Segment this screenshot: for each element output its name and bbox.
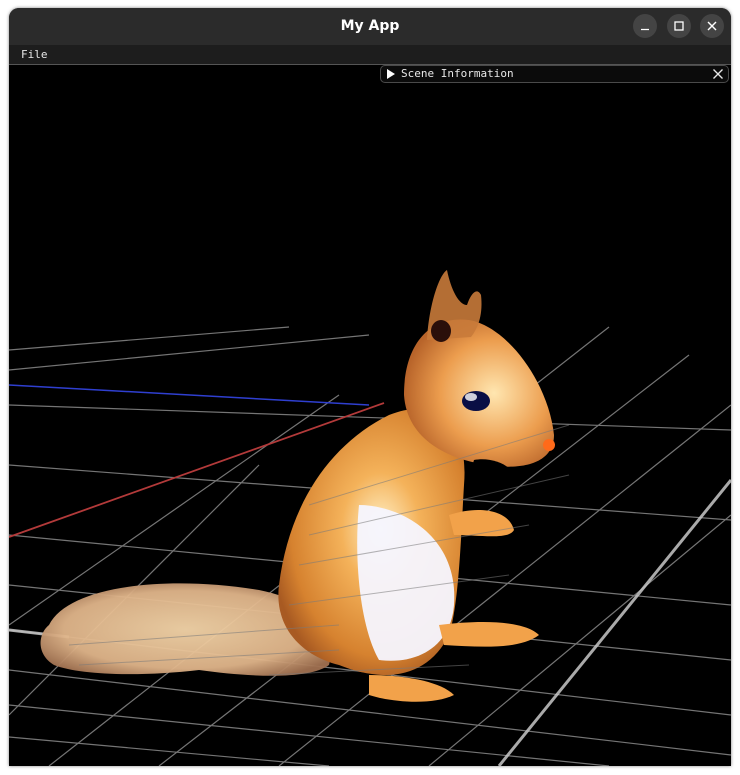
panel-title[interactable]: Scene Information <box>401 66 514 82</box>
close-icon[interactable] <box>712 68 724 80</box>
squirrel-model <box>40 270 555 702</box>
3d-viewport[interactable] <box>9 65 731 766</box>
maximize-button[interactable] <box>667 14 691 38</box>
minimize-button[interactable] <box>633 14 657 38</box>
z-axis-line <box>9 384 370 406</box>
triangle-right-icon[interactable] <box>387 69 395 79</box>
minimize-icon <box>641 28 649 31</box>
scene-information-panel[interactable]: Scene Information <box>380 65 729 83</box>
close-button[interactable] <box>700 14 724 38</box>
menu-file[interactable]: File <box>21 46 48 63</box>
highlight-grid-line <box>497 479 731 766</box>
window-title: My App <box>340 18 400 34</box>
menu-bar: File <box>9 45 731 65</box>
maximize-icon <box>674 21 684 31</box>
scene-canvas <box>9 270 731 766</box>
close-icon <box>707 21 717 31</box>
title-bar[interactable]: My App <box>9 8 731 45</box>
app-window: My App File Scene Information <box>9 8 731 766</box>
